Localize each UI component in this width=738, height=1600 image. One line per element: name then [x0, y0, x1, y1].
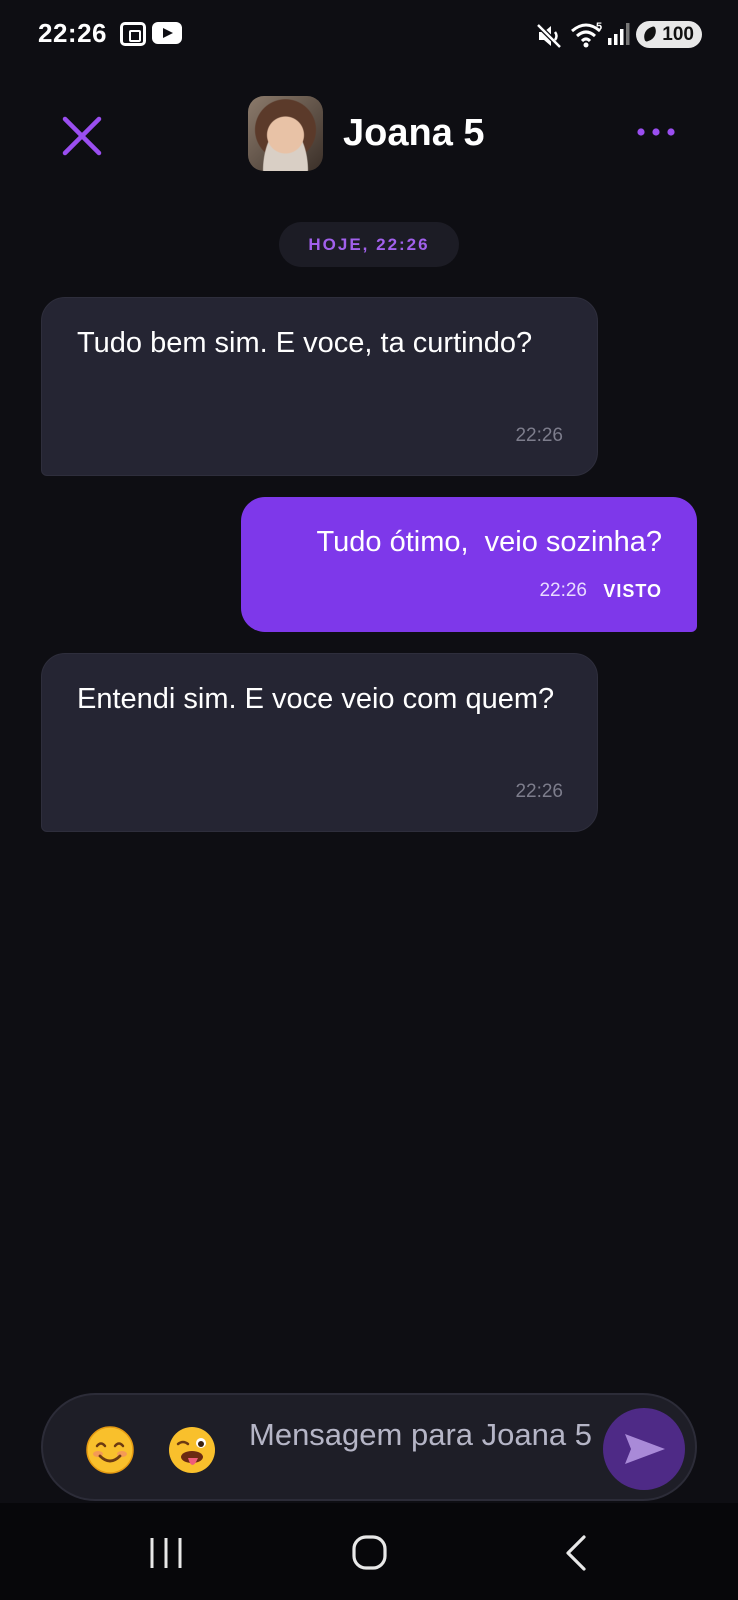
status-bar: 22:26 5 100	[0, 0, 738, 70]
message-time: 22:26	[515, 425, 563, 446]
send-icon	[625, 1434, 665, 1464]
avatar[interactable]	[248, 96, 323, 171]
read-status: VISTO	[603, 581, 662, 601]
screenshot-icon	[120, 22, 146, 46]
home-icon[interactable]	[346, 1531, 394, 1575]
chat-header: Joana 5	[0, 90, 738, 180]
status-time: 22:26	[38, 18, 107, 48]
message-bubble-outgoing[interactable]: Tudo ótimo, veio sozinha? 22:26 VISTO	[241, 497, 697, 632]
smiling-face-emoji[interactable]	[85, 1425, 135, 1475]
send-button[interactable]	[603, 1408, 685, 1490]
contact-name[interactable]: Joana 5	[343, 112, 485, 155]
message-bubble-incoming[interactable]: Tudo bem sim. E voce, ta curtindo? 22:26	[41, 297, 598, 476]
message-text: Entendi sim. E voce veio com quem?	[77, 683, 555, 715]
message-time: 22:26	[515, 781, 563, 802]
message-input[interactable]	[249, 1415, 629, 1483]
wifi-badge: 5	[596, 21, 602, 33]
battery-indicator: 100	[636, 21, 702, 48]
signal-icon	[608, 23, 630, 45]
wifi-icon: 5	[571, 21, 602, 48]
chat-screen: 22:26 5 100 Joana 5 HOJE, 22:26 Tudo bem…	[0, 0, 738, 1600]
battery-level: 100	[662, 24, 694, 45]
battery-saver-icon	[641, 25, 659, 43]
message-bubble-incoming[interactable]: Entendi sim. E voce veio com quem? 22:26	[41, 653, 598, 832]
more-horizontal-icon[interactable]	[632, 122, 682, 142]
message-time: 22:26	[539, 580, 587, 601]
winking-tongue-emoji[interactable]	[167, 1425, 217, 1475]
youtube-icon	[152, 22, 182, 44]
message-composer	[41, 1393, 697, 1501]
recents-icon[interactable]	[142, 1531, 190, 1575]
date-separator: HOJE, 22:26	[279, 222, 459, 267]
system-nav-bar	[0, 1503, 738, 1600]
message-text: Tudo bem sim. E voce, ta curtindo?	[77, 327, 533, 359]
back-icon[interactable]	[554, 1531, 602, 1575]
message-text: Tudo ótimo, veio sozinha?	[316, 526, 662, 558]
close-icon[interactable]	[60, 114, 104, 158]
mute-icon	[536, 23, 562, 49]
